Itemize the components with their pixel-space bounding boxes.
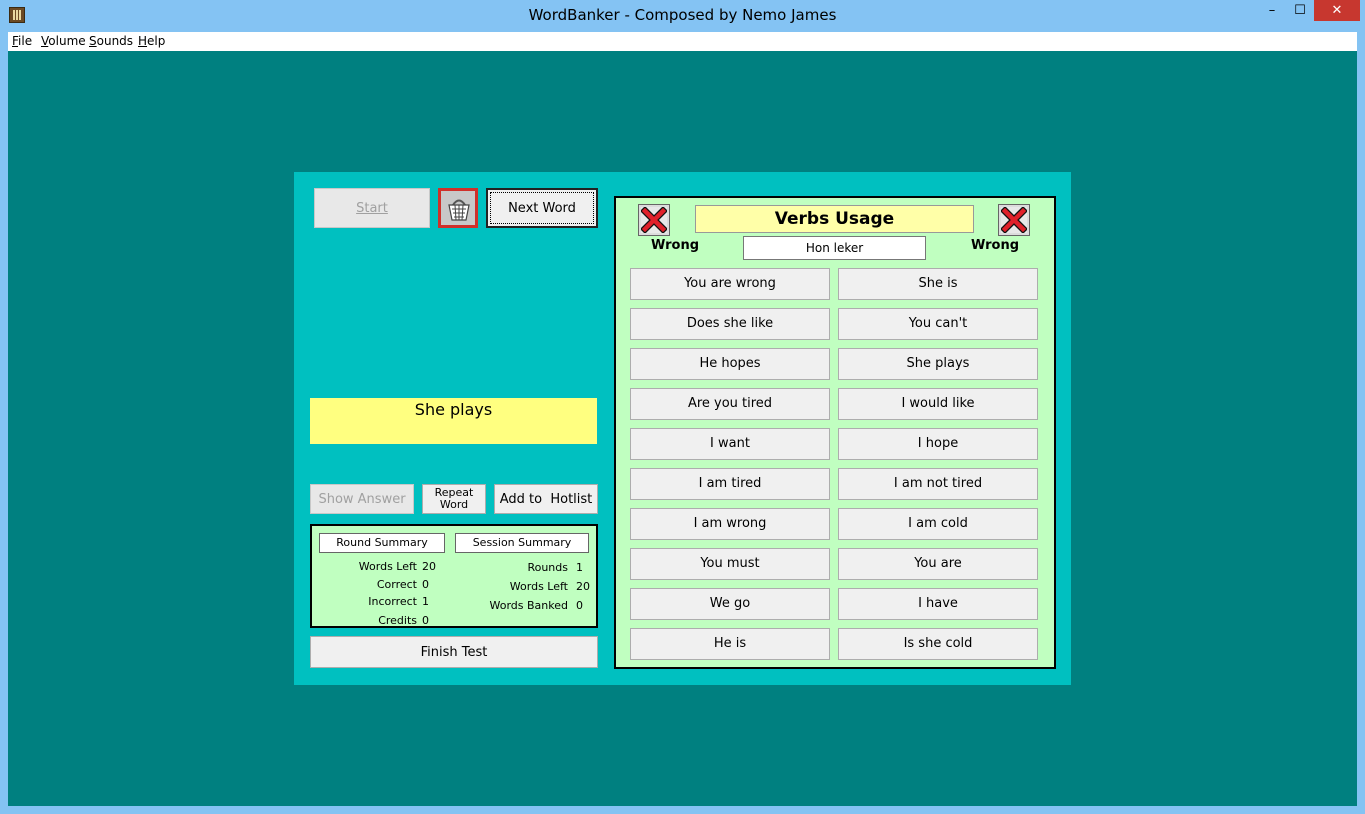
session-words-banked-label: Words Banked [489, 599, 569, 612]
menu-sounds[interactable]: Sounds [89, 34, 133, 48]
answer-choice-button[interactable]: She is [838, 268, 1038, 300]
session-words-banked-value: 0 [576, 599, 583, 612]
session-words-left-label: Words Left [509, 580, 568, 593]
finish-test-button[interactable]: Finish Test [310, 636, 598, 668]
answer-choice-button[interactable]: He hopes [630, 348, 830, 380]
answer-choice-button[interactable]: I am wrong [630, 508, 830, 540]
session-words-left-value: 20 [576, 580, 590, 593]
answer-display: She plays [310, 398, 597, 444]
basket-icon [448, 199, 470, 221]
red-x-icon [1001, 207, 1027, 233]
menu-help[interactable]: Help [138, 34, 165, 48]
answer-choice-button[interactable]: Are you tired [630, 388, 830, 420]
show-answer-button[interactable]: Show Answer [310, 484, 414, 514]
answer-choice-button[interactable]: You must [630, 548, 830, 580]
start-label: Start [356, 200, 388, 216]
minimize-button[interactable]: – [1258, 0, 1286, 21]
next-word-label: Next Word [508, 200, 576, 216]
hint-field: Hon leker [743, 236, 926, 260]
close-button[interactable]: ✕ [1314, 0, 1360, 21]
round-correct-value: 0 [422, 578, 429, 591]
round-correct-label: Correct [376, 578, 417, 591]
answer-choice-button[interactable]: I am tired [630, 468, 830, 500]
show-answer-label: Show Answer [318, 491, 406, 507]
answer-choice-button[interactable]: I want [630, 428, 830, 460]
answer-choice-button[interactable]: You are [838, 548, 1038, 580]
round-incorrect-label: Incorrect [368, 595, 417, 608]
right-wrong-indicator [998, 204, 1030, 236]
menu-file[interactable]: File [12, 34, 32, 48]
session-summary-heading: Session Summary [455, 533, 589, 553]
add-to-hotlist-button[interactable]: Add to Hotlist [494, 484, 598, 514]
answer-choice-button[interactable]: I have [838, 588, 1038, 620]
answer-choice-button[interactable]: Is she cold [838, 628, 1038, 660]
start-button[interactable]: Start [314, 188, 430, 228]
answer-choice-button[interactable]: She plays [838, 348, 1038, 380]
answer-choice-button[interactable]: He is [630, 628, 830, 660]
title-bar: WordBanker - Composed by Nemo James – ☐ … [0, 0, 1365, 32]
menu-bar: File Volume Sounds Help [8, 32, 1357, 51]
round-summary-heading: Round Summary [319, 533, 445, 553]
round-words-left-label: Words Left [358, 560, 417, 573]
answer-choice-button[interactable]: I am not tired [838, 468, 1038, 500]
red-x-icon [641, 207, 667, 233]
next-word-button[interactable]: Next Word [486, 188, 598, 228]
answer-choice-button[interactable]: You can't [838, 308, 1038, 340]
answer-choice-button[interactable]: We go [630, 588, 830, 620]
session-rounds-label: Rounds [527, 561, 568, 574]
menu-volume[interactable]: Volume [41, 34, 86, 48]
answer-choice-button[interactable]: I am cold [838, 508, 1038, 540]
round-credits-value: 0 [422, 614, 429, 627]
answer-choice-button[interactable]: I would like [838, 388, 1038, 420]
window-title: WordBanker - Composed by Nemo James [528, 6, 837, 24]
basket-button[interactable] [438, 188, 478, 228]
answer-choice-button[interactable]: I hope [838, 428, 1038, 460]
summary-panel: Round Summary Session Summary Words Left… [310, 524, 598, 628]
round-words-left-value: 20 [422, 560, 436, 573]
session-rounds-value: 1 [576, 561, 583, 574]
finish-test-label: Finish Test [420, 644, 488, 660]
add-to-hotlist-label: Add to Hotlist [499, 491, 593, 507]
round-credits-label: Credits [378, 614, 417, 627]
round-incorrect-value: 1 [422, 595, 429, 608]
repeat-word-label-line2: Word [439, 498, 469, 511]
answer-choice-button[interactable]: You are wrong [630, 268, 830, 300]
quiz-panel: Verbs Usage Wrong Hon leker Wrong You ar… [614, 196, 1056, 669]
answer-choice-button[interactable]: Does she like [630, 308, 830, 340]
left-status-label: Wrong [651, 238, 700, 253]
repeat-word-button[interactable]: Repeat Word [422, 484, 486, 514]
maximize-button[interactable]: ☐ [1286, 0, 1314, 21]
right-status-label: Wrong [971, 238, 1020, 253]
left-wrong-indicator [638, 204, 670, 236]
quiz-title: Verbs Usage [695, 205, 974, 233]
